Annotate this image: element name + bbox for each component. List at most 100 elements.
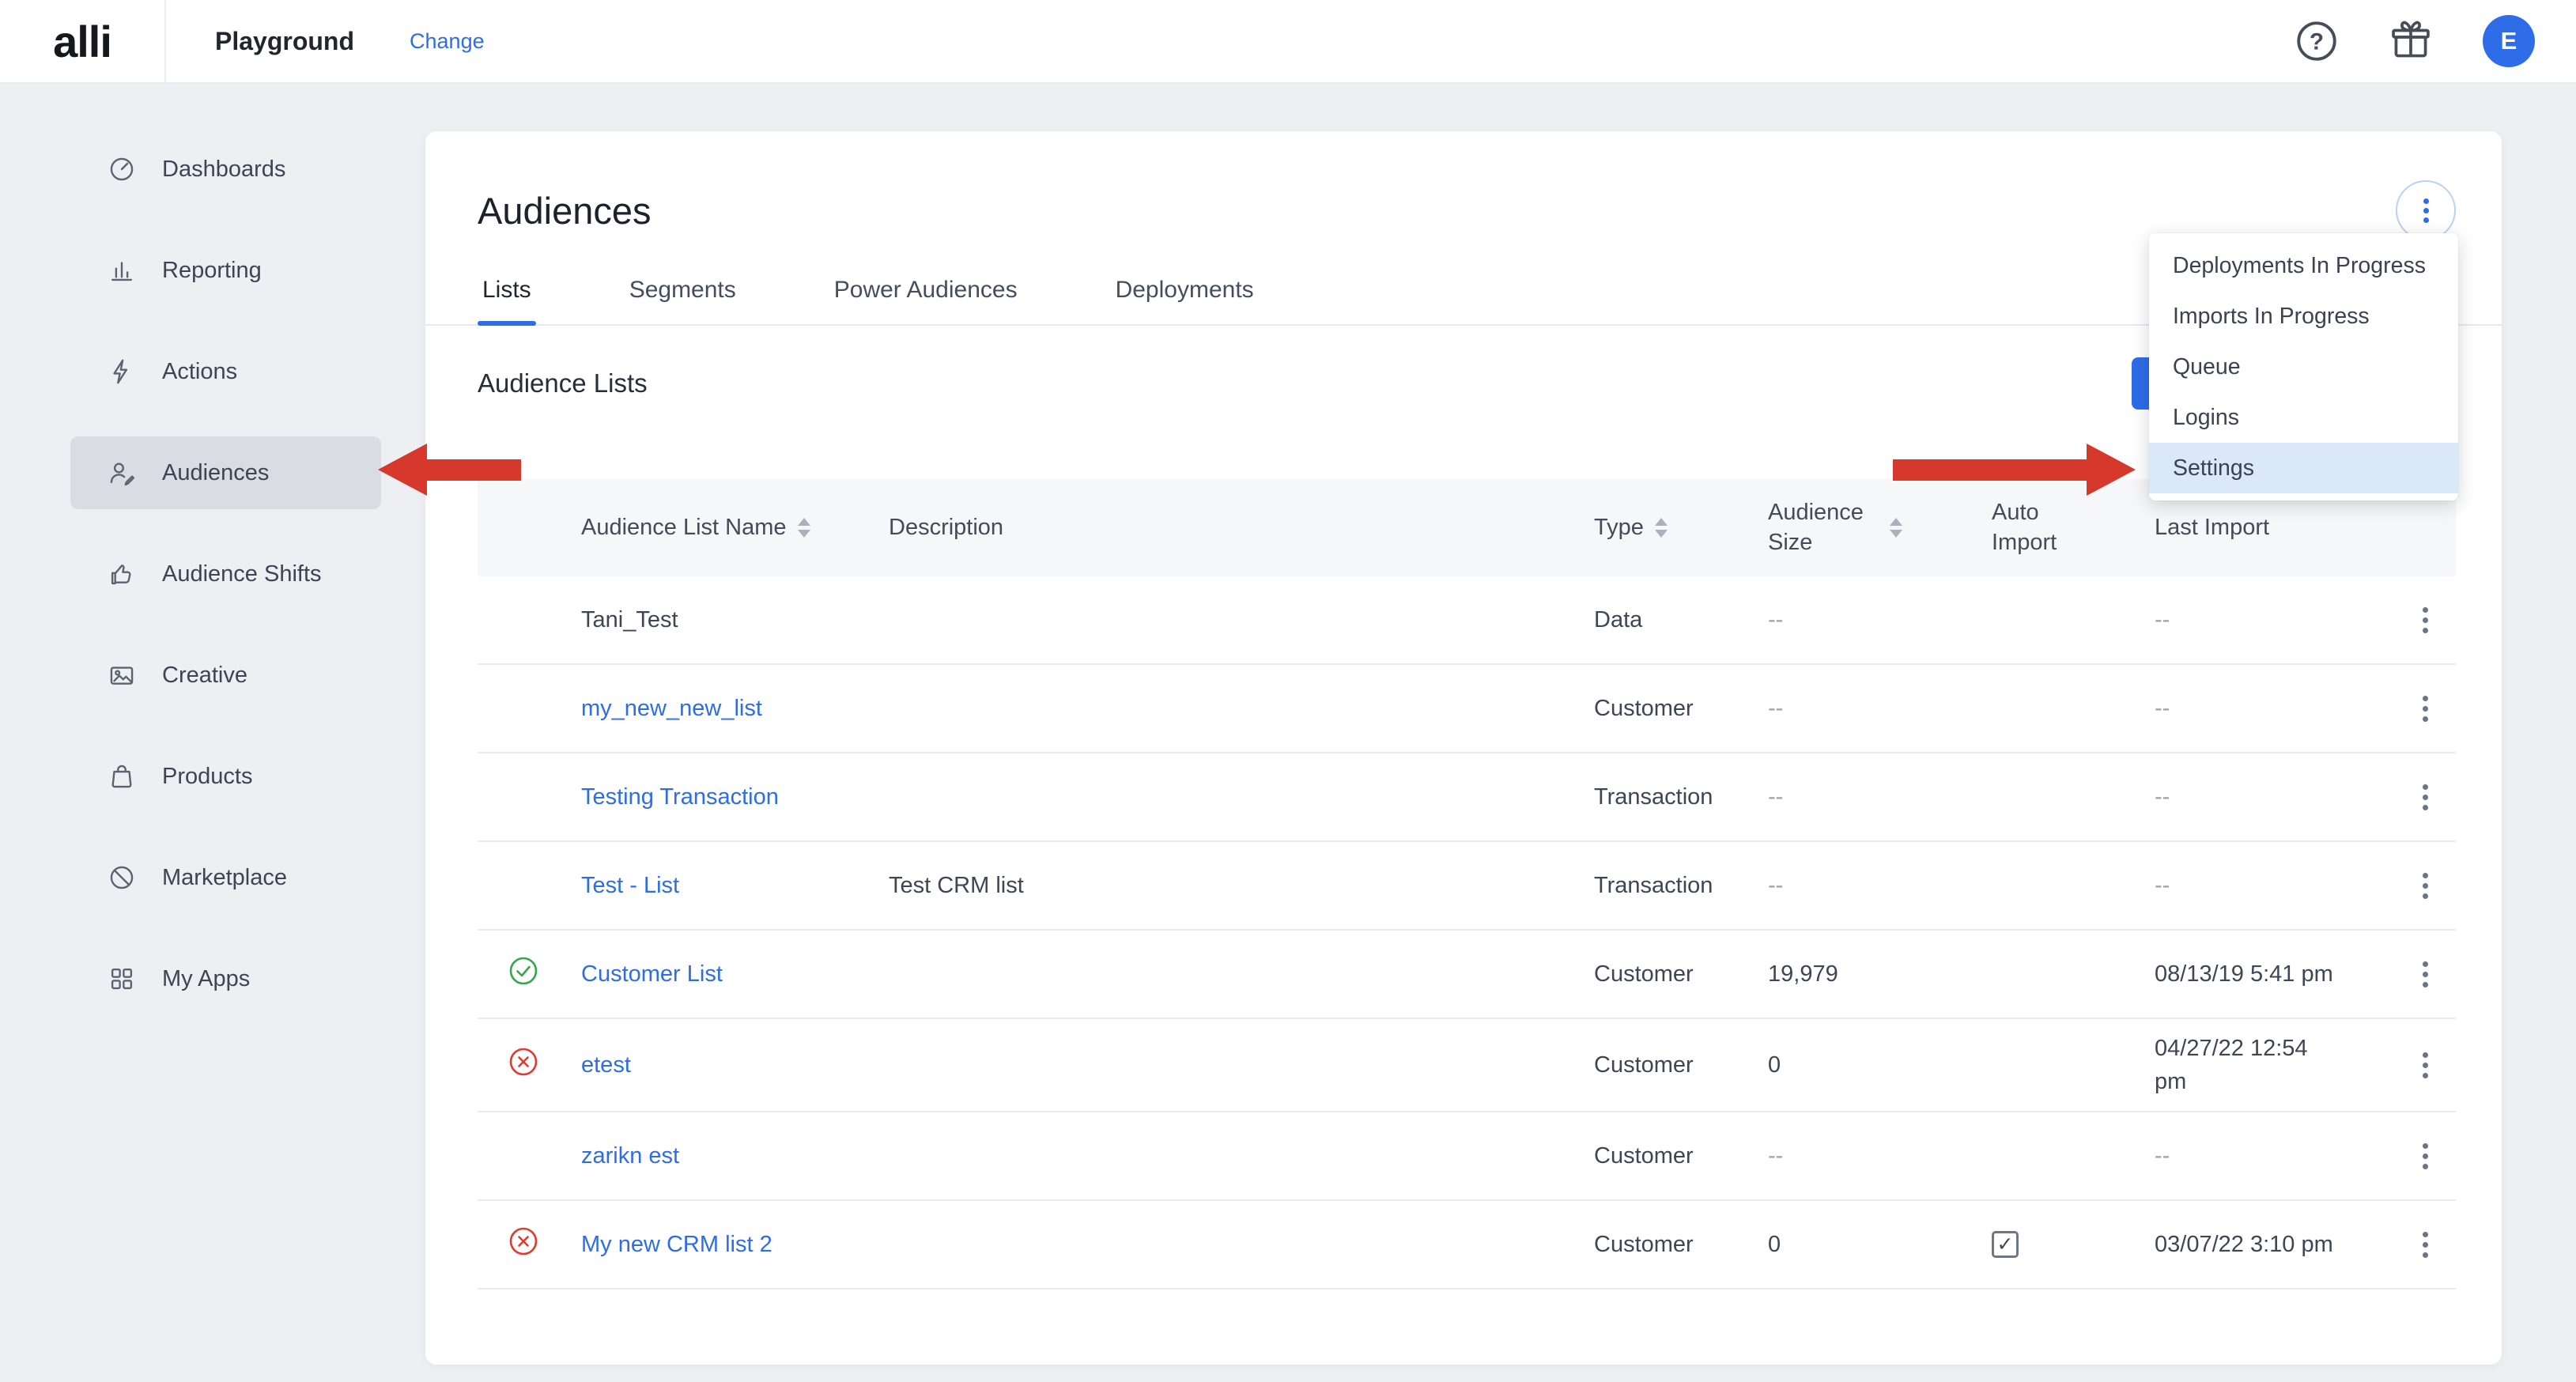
audience-list-name-link[interactable]: Testing Transaction (581, 784, 779, 810)
sidebar: Dashboards Reporting Actions Audiences A… (0, 82, 425, 1382)
row-last-import-cell: 03/07/22 3:10 pm (2155, 1228, 2408, 1261)
row-last-import-cell: -- (2155, 1139, 2408, 1172)
page-options-kebab-button[interactable] (2396, 180, 2456, 240)
change-workspace-link[interactable]: Change (410, 29, 485, 54)
logo-wrap: alli (0, 16, 164, 67)
audience-list-name-link[interactable]: Tani_Test (581, 607, 678, 632)
arrow-head-icon (2087, 444, 2136, 496)
row-kebab-icon[interactable] (2423, 617, 2428, 623)
row-size-cell: -- (1768, 607, 1992, 633)
row-kebab-icon[interactable] (2423, 883, 2428, 889)
tab-power-audiences[interactable]: Power Audiences (829, 277, 1022, 324)
row-size-cell: 19,979 (1768, 961, 1992, 987)
audience-list-name-link[interactable]: My new CRM list 2 (581, 1232, 772, 1257)
table-row: etest Customer 0 04/27/22 12:54 pm (478, 1019, 2456, 1112)
gift-icon[interactable] (2389, 20, 2432, 62)
row-type-cell: Customer (1594, 961, 1768, 987)
row-kebab-icon[interactable] (2423, 706, 2428, 712)
sidebar-item-label: Audiences (162, 460, 269, 486)
sidebar-item-label: Audience Shifts (162, 561, 322, 587)
dashboards-icon (107, 153, 142, 185)
column-header-auto-import: Auto Import (1992, 498, 2155, 557)
row-last-import-cell: 04/27/22 12:54 pm (2155, 1032, 2408, 1098)
tab-deployments[interactable]: Deployments (1111, 277, 1259, 324)
row-type-cell: Customer (1594, 1143, 1768, 1169)
menu-item-logins[interactable]: Logins (2149, 392, 2458, 443)
title-row: Audiences (478, 180, 2456, 240)
sort-icon[interactable] (1890, 518, 1902, 538)
row-status-cell (478, 955, 581, 993)
row-status-cell (478, 1046, 581, 1084)
audience-list-name-link[interactable]: my_new_new_list (581, 696, 762, 721)
help-icon[interactable]: ? (2295, 19, 2339, 63)
auto-import-checkbox[interactable]: ✓ (1992, 1231, 2019, 1258)
topbar-right: ? E (2295, 15, 2535, 67)
row-type-cell: Transaction (1594, 873, 1768, 899)
row-size-cell: -- (1768, 873, 1992, 899)
menu-item-settings[interactable]: Settings (2149, 443, 2458, 493)
sidebar-item-label: Products (162, 764, 252, 790)
row-type-cell: Transaction (1594, 784, 1768, 810)
svg-text:?: ? (2310, 29, 2324, 55)
row-kebab-icon[interactable] (2423, 1063, 2428, 1068)
menu-item-deployments-in-progress[interactable]: Deployments In Progress (2149, 240, 2458, 291)
success-icon (508, 955, 539, 993)
row-kebab-icon[interactable] (2423, 972, 2428, 977)
error-icon (508, 1046, 539, 1084)
sidebar-item-actions[interactable]: Actions (70, 335, 381, 408)
avatar[interactable]: E (2483, 15, 2535, 67)
row-last-import-cell: -- (2155, 869, 2408, 902)
column-header-audience-size: Audience Size (1768, 498, 1992, 557)
column-header-name: Audience List Name (581, 513, 889, 543)
page: alli Playground Change ? E (0, 0, 2576, 1382)
creative-icon (107, 659, 142, 691)
row-status-cell (478, 1225, 581, 1263)
audience-list-name-link[interactable]: Customer List (581, 961, 723, 987)
sidebar-item-reporting[interactable]: Reporting (70, 234, 381, 307)
arrow-head-icon (378, 444, 427, 496)
table-row: My new CRM list 2 Customer 0 ✓ 03/07/22 … (478, 1201, 2456, 1289)
row-kebab-icon[interactable] (2423, 1242, 2428, 1248)
table-row: zarikn est Customer -- -- (478, 1112, 2456, 1201)
tab-lists[interactable]: Lists (478, 277, 536, 324)
annotation-arrow-audiences (378, 444, 521, 496)
table-row: Tani_Test Data -- -- (478, 576, 2456, 665)
audience-list-name-link[interactable]: zarikn est (581, 1143, 679, 1169)
tab-segments[interactable]: Segments (625, 277, 741, 324)
sidebar-item-label: Reporting (162, 258, 262, 284)
audience-list-name-link[interactable]: etest (581, 1052, 631, 1078)
arrow-shaft (1893, 459, 2087, 481)
row-kebab-icon[interactable] (2423, 1154, 2428, 1159)
row-type-cell: Customer (1594, 1052, 1768, 1078)
column-header-description: Description (889, 513, 1594, 543)
column-header-last-import: Last Import (2155, 513, 2408, 543)
sidebar-item-label: My Apps (162, 966, 250, 992)
menu-item-queue[interactable]: Queue (2149, 342, 2458, 392)
table-row: Test - List Test CRM list Transaction --… (478, 842, 2456, 931)
audience-shifts-icon (107, 558, 142, 590)
sort-icon[interactable] (798, 518, 810, 538)
row-last-import-cell: -- (2155, 780, 2408, 814)
menu-item-imports-in-progress[interactable]: Imports In Progress (2149, 291, 2458, 342)
sidebar-item-dashboards[interactable]: Dashboards (70, 133, 381, 206)
sidebar-item-audiences[interactable]: Audiences (70, 436, 381, 509)
sort-icon[interactable] (1655, 518, 1668, 538)
sidebar-item-creative[interactable]: Creative (70, 639, 381, 712)
row-type-cell: Customer (1594, 696, 1768, 722)
table-row: my_new_new_list Customer -- -- (478, 665, 2456, 753)
sidebar-item-my-apps[interactable]: My Apps (70, 942, 381, 1015)
actions-icon (107, 356, 142, 387)
sidebar-item-products[interactable]: Products (70, 740, 381, 813)
column-header-type: Type (1594, 513, 1768, 543)
sidebar-item-label: Actions (162, 359, 237, 385)
row-kebab-icon[interactable] (2423, 795, 2428, 800)
section-title: Audience Lists (478, 368, 648, 398)
row-size-cell: -- (1768, 1143, 1992, 1169)
row-auto-import-cell: ✓ (1992, 1231, 2155, 1258)
audience-list-name-link[interactable]: Test - List (581, 873, 679, 898)
marketplace-icon (107, 862, 142, 893)
sidebar-item-marketplace[interactable]: Marketplace (70, 841, 381, 914)
table-body: Tani_Test Data -- -- my_new_new_list Cus… (478, 576, 2456, 1289)
options-dropdown-menu: Deployments In ProgressImports In Progre… (2149, 233, 2458, 500)
sidebar-item-audience-shifts[interactable]: Audience Shifts (70, 538, 381, 610)
